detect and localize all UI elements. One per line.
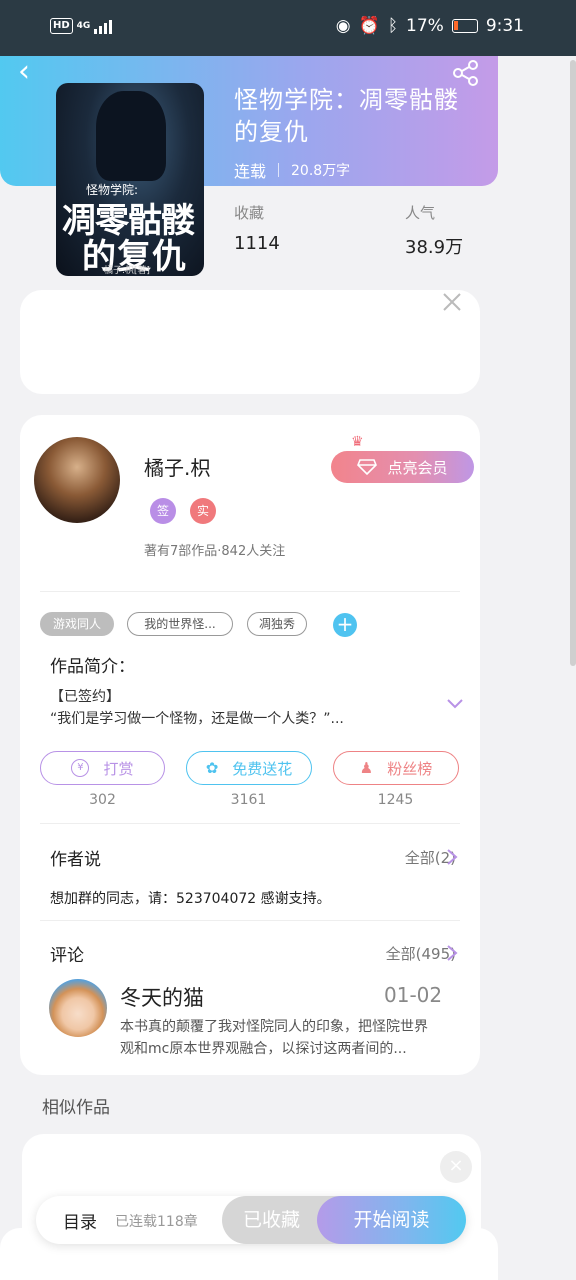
- yen-icon: ¥: [71, 759, 90, 777]
- stat-label: 人气: [405, 204, 436, 222]
- divider: [40, 823, 460, 824]
- share-icon[interactable]: [452, 60, 480, 86]
- close-icon[interactable]: ×: [440, 1151, 472, 1183]
- clock: 9:31: [485, 16, 524, 36]
- battery-percent: 17%: [406, 16, 444, 36]
- intro-line: “我们是学习做一个怪物，还是做一个人类？”...: [50, 711, 344, 727]
- stat-value: 1114: [234, 233, 280, 254]
- stat-label: 收藏: [234, 204, 265, 222]
- tag-item[interactable]: 凋独秀: [247, 612, 307, 636]
- stat-popularity: 人气 38.9万: [405, 202, 463, 259]
- diamond-icon: [357, 459, 378, 475]
- eye-icon: ◉: [335, 16, 351, 36]
- send-flower-label: 免费送花: [232, 759, 293, 778]
- intro-line: 【已签约】: [50, 689, 120, 705]
- back-icon[interactable]: ‹: [18, 57, 42, 88]
- close-icon[interactable]: [442, 292, 462, 312]
- cover-author: 橘子.枳[著]: [104, 266, 150, 276]
- toc-button[interactable]: 目录: [63, 1208, 97, 1233]
- scrollbar[interactable]: [570, 60, 576, 666]
- commenter-name[interactable]: 冬天的猫: [120, 982, 204, 1012]
- status-bar: HD 4G ◉ ⏰ ᛒ 17% 9:31: [0, 0, 576, 56]
- vip-label: 点亮会员: [387, 458, 448, 477]
- status-right: ◉ ⏰ ᛒ 17% 9:31: [336, 16, 524, 36]
- book-cover[interactable]: 怪物学院: 凋零骷髅 的复仇 橘子.枳[著]: [56, 83, 204, 276]
- ad-card: [20, 290, 480, 394]
- crown-icon: ♛: [351, 434, 364, 450]
- book-meta: 连载 20.8万字: [234, 158, 350, 182]
- bluetooth-icon: ᛒ: [387, 16, 399, 36]
- comment-date: 01-02: [384, 983, 443, 1007]
- author-message: 想加群的同志，请：523704072 感谢支持。: [50, 891, 331, 907]
- intro-title: 作品简介：: [50, 657, 135, 677]
- signed-badge: 签: [150, 498, 176, 524]
- flower-count: 3161: [230, 792, 267, 808]
- meta-divider: [278, 163, 280, 177]
- fan-rank-label: 粉丝榜: [387, 759, 433, 778]
- tag-item[interactable]: 我的世界怪...: [127, 612, 233, 636]
- author-avatar[interactable]: [34, 437, 120, 523]
- tip-count: 302: [89, 792, 116, 808]
- stat-favorites: 收藏 1114: [234, 202, 280, 254]
- tip-label: 打赏: [103, 759, 134, 778]
- fan-rank-button[interactable]: ♟ 粉丝榜: [333, 751, 459, 785]
- chapter-count: 已连载118章: [115, 1214, 198, 1230]
- similar-title: 相似作品: [42, 1098, 110, 1118]
- comment-text[interactable]: 本书真的颠覆了我对怪院同人的印象，把怪院世界观和mc原本世界观融合，以探讨这两者…: [120, 1016, 438, 1060]
- hd-icon: HD: [50, 18, 73, 34]
- book-title: 怪物学院：凋零骷髅的复仇: [234, 86, 459, 146]
- author-name[interactable]: 橘子.枳: [144, 452, 210, 481]
- author-says-title: 作者说: [50, 850, 101, 870]
- word-count: 20.8万字: [291, 163, 351, 179]
- commenter-avatar[interactable]: [49, 979, 107, 1037]
- tag-item[interactable]: 游戏同人: [40, 612, 114, 636]
- flower-icon: ✿: [205, 759, 219, 777]
- cover-figure: [96, 91, 166, 181]
- fan-count: 1245: [377, 792, 414, 808]
- signal-icon: [94, 18, 113, 34]
- fan-icon: ♟: [359, 759, 374, 777]
- start-reading-button[interactable]: 开始阅读: [317, 1196, 466, 1244]
- divider: [40, 591, 460, 592]
- stat-value: 38.9万: [405, 237, 464, 258]
- vip-button[interactable]: 点亮会员: [331, 451, 474, 483]
- battery-icon: [451, 19, 478, 33]
- divider: [40, 920, 460, 921]
- network-label: 4G: [76, 21, 91, 31]
- alarm-icon: ⏰: [358, 16, 380, 36]
- tip-button[interactable]: ¥ 打赏: [40, 751, 165, 785]
- add-tag-icon[interactable]: +: [333, 613, 357, 637]
- author-stats: 著有7部作品·842人关注: [144, 544, 286, 559]
- chevron-right-icon[interactable]: [446, 944, 458, 962]
- book-status: 连载: [234, 162, 267, 181]
- send-flower-button[interactable]: ✿ 免费送花: [186, 751, 312, 785]
- status-left: HD 4G: [50, 18, 113, 34]
- verified-badge: 实: [190, 498, 216, 524]
- comments-title: 评论: [50, 946, 84, 966]
- chevron-down-icon[interactable]: [446, 698, 464, 710]
- chevron-right-icon[interactable]: [446, 848, 458, 866]
